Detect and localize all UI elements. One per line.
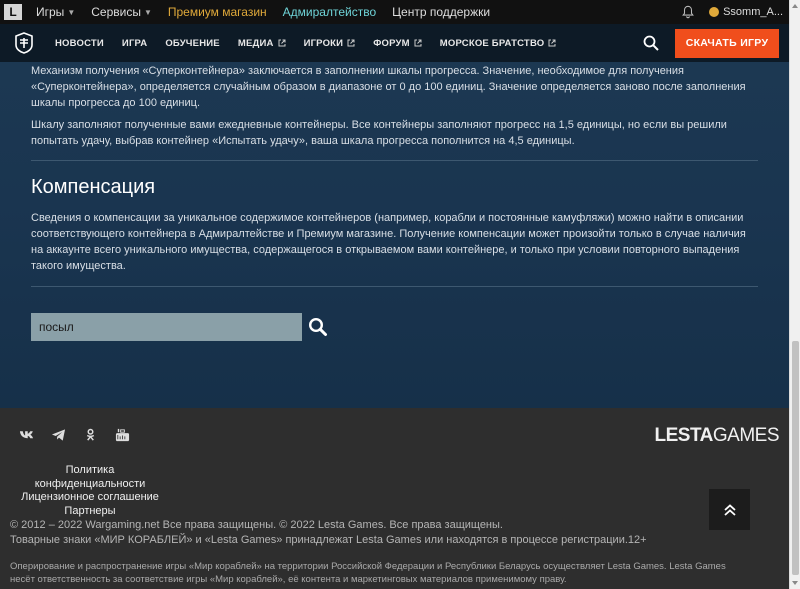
scroll-up-arrow-icon[interactable] <box>792 4 798 8</box>
telegram-icon[interactable] <box>51 428 66 442</box>
main-nav: НОВОСТИ ИГРА ОБУЧЕНИЕ МЕДИА ИГРОКИ ФОРУМ… <box>0 24 789 62</box>
link-license-agreement[interactable]: Лицензионное соглашение <box>10 491 170 505</box>
nav-players-label: ИГРОКИ <box>303 37 344 49</box>
copyright-block: © 2012 – 2022 Wargaming.net Все права за… <box>10 518 730 548</box>
top-menu-support-center[interactable]: Центр поддержки <box>384 5 498 19</box>
search-input[interactable] <box>31 313 302 341</box>
article-content: Механизм получения «Суперконтейнера» зак… <box>0 62 789 408</box>
paragraph-supercontainer-mechanism: Механизм получения «Суперконтейнера» зак… <box>31 65 746 109</box>
top-menu-services-label: Сервисы <box>91 5 141 19</box>
nav-learning[interactable]: ОБУЧЕНИЕ <box>156 38 229 49</box>
nav-media-label: МЕДИА <box>237 37 274 49</box>
username: Ssomm_A... <box>723 6 783 18</box>
footer-links: Политика конфиденциальности Лицензионное… <box>10 464 170 518</box>
search-icon[interactable] <box>643 35 659 51</box>
scroll-down-arrow-icon[interactable] <box>792 581 798 585</box>
nav-players[interactable]: ИГРОКИ <box>295 38 365 49</box>
chevron-down-icon: ▼ <box>143 7 152 17</box>
lesta-games-logo: LESTAGAMES <box>655 425 780 447</box>
footer: LESTAGAMES Политика конфиденциальности Л… <box>0 408 789 589</box>
odnoklassniki-icon[interactable] <box>83 428 98 442</box>
chevron-down-icon: ▼ <box>67 7 76 17</box>
user-avatar-icon <box>709 7 720 17</box>
scrollbar-thumb[interactable] <box>792 341 799 575</box>
vk-icon[interactable] <box>19 428 34 442</box>
youtube-icon[interactable] <box>115 428 130 442</box>
copyright-text: © 2012 – 2022 Wargaming.net Все права за… <box>10 519 503 531</box>
external-link-icon <box>278 39 286 47</box>
legal-notice: Оперирование и распространение игры «Мир… <box>10 561 726 585</box>
paragraph-progress-scale: Шкалу заполняют полученные вами ежедневн… <box>31 119 727 147</box>
nav-forum[interactable]: ФОРУМ <box>364 38 431 49</box>
external-link-icon <box>548 39 556 47</box>
trademark-text: Товарные знаки «МИР КОРАБЛЕЙ» и «Lesta G… <box>10 534 647 546</box>
social-links <box>19 428 130 442</box>
paragraph-compensation: Сведения о компенсации за уникальное сод… <box>31 212 746 272</box>
divider <box>31 286 758 287</box>
top-bar: L Игры ▼ Сервисы ▼ Премиум магазин Адмир… <box>0 0 789 24</box>
nav-forum-label: ФОРУМ <box>373 37 410 49</box>
top-menu-premium-shop[interactable]: Премиум магазин <box>160 5 275 19</box>
divider <box>31 160 758 161</box>
game-emblem-icon[interactable] <box>14 32 34 54</box>
page-scrollbar[interactable] <box>789 0 800 589</box>
lesta-logo-light: GAMES <box>712 425 780 446</box>
nav-sea-brotherhood[interactable]: МОРСКОЕ БРАТСТВО <box>431 38 566 49</box>
double-chevron-up-icon <box>723 503 736 516</box>
link-privacy-policy[interactable]: Политика конфиденциальности <box>10 464 170 491</box>
top-menu-games[interactable]: Игры ▼ <box>28 5 83 19</box>
search-icon[interactable] <box>308 317 328 337</box>
bell-icon[interactable] <box>681 5 695 19</box>
scroll-to-top-button[interactable] <box>709 489 750 530</box>
download-game-button[interactable]: СКАЧАТЬ ИГРУ <box>675 28 779 58</box>
link-partners[interactable]: Партнеры <box>10 505 170 519</box>
nav-sea-brotherhood-label: МОРСКОЕ БРАТСТВО <box>439 37 545 49</box>
user-menu[interactable]: Ssomm_A... <box>709 6 783 18</box>
lesta-logo-bold: LESTA <box>654 425 714 446</box>
nav-news[interactable]: НОВОСТИ <box>46 38 113 49</box>
external-link-icon <box>347 39 355 47</box>
external-link-icon <box>414 39 422 47</box>
nav-game[interactable]: ИГРА <box>113 38 156 49</box>
top-menu-admiralty[interactable]: Адмиралтейство <box>275 5 384 19</box>
top-menu-services[interactable]: Сервисы ▼ <box>83 5 160 19</box>
nav-media[interactable]: МЕДИА <box>229 38 295 49</box>
top-menu-games-label: Игры <box>36 5 65 19</box>
section-heading-compensation: Компенсация <box>31 176 156 198</box>
lesta-logo-icon[interactable]: L <box>4 4 22 20</box>
